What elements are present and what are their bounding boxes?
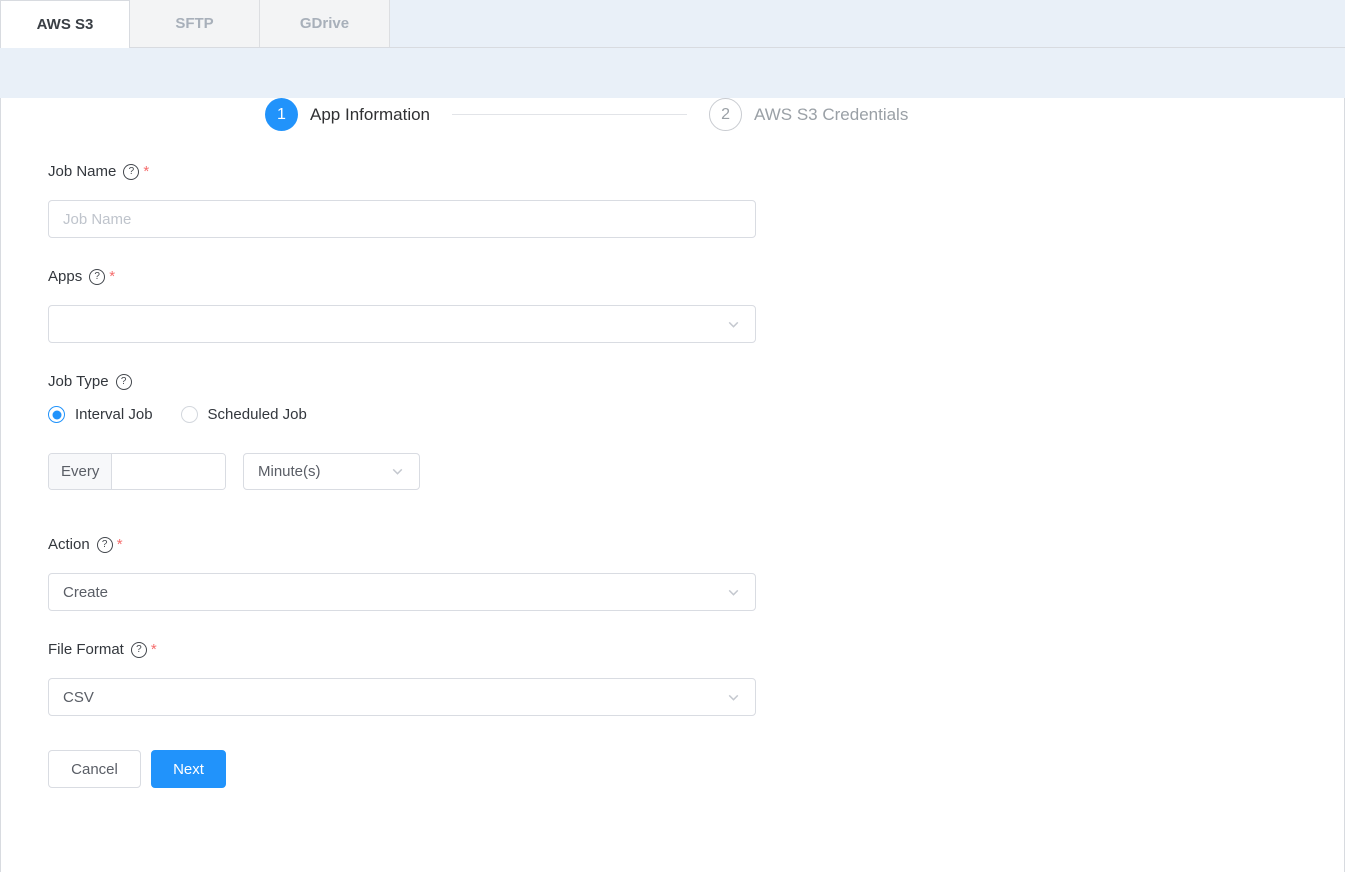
action-label: Action	[48, 536, 90, 553]
help-icon[interactable]: ?	[131, 642, 147, 658]
chevron-down-icon	[726, 690, 741, 705]
help-icon[interactable]: ?	[89, 269, 105, 285]
radio-scheduled-job-label: Scheduled Job	[208, 406, 307, 423]
interval-every-addon: Every	[49, 454, 112, 489]
job-type-label: Job Type	[48, 373, 109, 390]
page: AWS S3 SFTP GDrive 1 App Information 2 A…	[0, 0, 1345, 872]
file-format-select[interactable]: CSV	[48, 678, 756, 716]
step-2-label: AWS S3 Credentials	[754, 105, 908, 125]
field-action: Action ? * Create	[48, 536, 1297, 611]
required-asterisk: *	[151, 641, 157, 658]
interval-unit-select[interactable]: Minute(s)	[243, 453, 420, 490]
interval-value-input[interactable]	[112, 454, 225, 489]
radio-selected-icon	[48, 406, 65, 423]
interval-unit-value: Minute(s)	[258, 463, 390, 480]
action-select[interactable]: Create	[48, 573, 756, 611]
chevron-down-icon	[726, 317, 741, 332]
tab-bar: AWS S3 SFTP GDrive	[0, 0, 1345, 48]
chevron-down-icon	[726, 585, 741, 600]
help-icon[interactable]: ?	[116, 374, 132, 390]
help-icon[interactable]: ?	[97, 537, 113, 553]
required-asterisk: *	[109, 268, 115, 285]
step-2-circle: 2	[709, 98, 742, 131]
apps-select[interactable]	[48, 305, 756, 343]
form-card: 1 App Information 2 AWS S3 Credentials J…	[0, 98, 1345, 872]
help-icon[interactable]: ?	[123, 164, 139, 180]
job-type-radio-group: Interval Job Scheduled Job	[48, 406, 1297, 423]
tab-aws-s3[interactable]: AWS S3	[0, 0, 130, 48]
required-asterisk: *	[117, 536, 123, 553]
chevron-down-icon	[390, 464, 405, 479]
step-aws-s3-credentials: 2 AWS S3 Credentials	[709, 98, 908, 131]
file-format-select-value: CSV	[63, 689, 726, 706]
radio-scheduled-job[interactable]: Scheduled Job	[181, 406, 307, 423]
interval-every-group: Every	[48, 453, 226, 490]
radio-unselected-icon	[181, 406, 198, 423]
required-asterisk: *	[143, 163, 149, 180]
step-1-label: App Information	[310, 105, 430, 125]
field-apps: Apps ? *	[48, 268, 1297, 343]
form-actions: Cancel Next	[48, 750, 1297, 788]
stepper-connector-line	[452, 114, 687, 115]
cancel-button[interactable]: Cancel	[48, 750, 141, 788]
action-select-value: Create	[63, 584, 726, 601]
stepper: 1 App Information 2 AWS S3 Credentials	[48, 98, 1297, 131]
radio-interval-job-label: Interval Job	[75, 406, 153, 423]
next-button[interactable]: Next	[151, 750, 226, 788]
interval-settings-row: Every Minute(s)	[48, 453, 1297, 490]
tab-gdrive[interactable]: GDrive	[260, 0, 390, 47]
step-1-circle: 1	[265, 98, 298, 131]
apps-label: Apps	[48, 268, 82, 285]
job-name-label: Job Name	[48, 163, 116, 180]
field-job-name: Job Name ? *	[48, 163, 1297, 238]
step-app-information: 1 App Information	[265, 98, 430, 131]
tab-sftp[interactable]: SFTP	[130, 0, 260, 47]
radio-interval-job[interactable]: Interval Job	[48, 406, 153, 423]
field-file-format: File Format ? * CSV	[48, 641, 1297, 716]
file-format-label: File Format	[48, 641, 124, 658]
field-job-type: Job Type ? Interval Job Scheduled Job	[48, 373, 1297, 490]
job-name-input[interactable]	[48, 200, 756, 238]
